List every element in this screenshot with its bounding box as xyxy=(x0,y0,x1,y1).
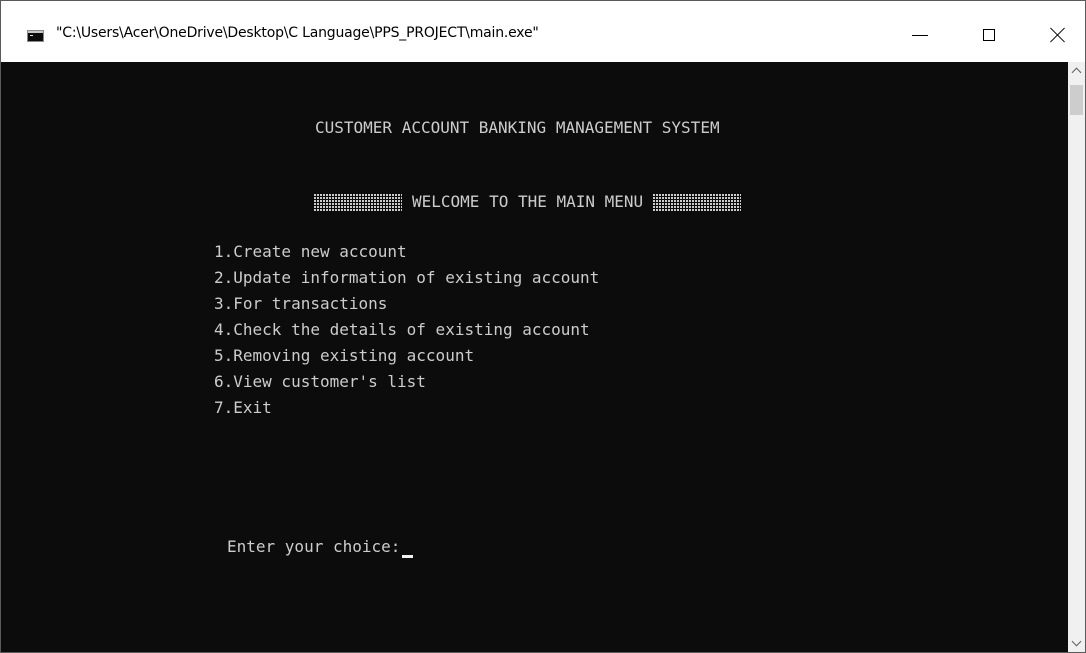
close-icon xyxy=(1050,27,1066,43)
scroll-up-button[interactable] xyxy=(1068,62,1085,79)
minimize-icon xyxy=(912,34,928,36)
console-app-icon[interactable] xyxy=(27,30,44,42)
scroll-down-button[interactable] xyxy=(1068,635,1085,652)
menu-item-transactions: 3.For transactions xyxy=(214,294,388,313)
minimize-button[interactable] xyxy=(897,15,943,55)
chevron-up-icon xyxy=(1071,67,1082,78)
menu-item-create-account: 1.Create new account xyxy=(214,242,407,261)
window-title: "C:\Users\Acer\OneDrive\Desktop\C Langua… xyxy=(56,25,539,41)
block-bar-right xyxy=(653,193,742,211)
chevron-down-icon xyxy=(1071,636,1082,647)
console-output[interactable]: CUSTOMER ACCOUNT BANKING MANAGEMENT SYST… xyxy=(1,62,1068,652)
welcome-text: WELCOME TO THE MAIN MENU xyxy=(412,192,644,211)
vertical-scrollbar[interactable] xyxy=(1068,62,1085,652)
choice-prompt-row[interactable]: Enter your choice: xyxy=(227,534,414,560)
maximize-button[interactable] xyxy=(966,15,1012,55)
main-menu-list: 1.Create new account 2.Update informatio… xyxy=(214,239,599,421)
block-bar-left xyxy=(314,193,402,211)
close-button[interactable] xyxy=(1035,15,1081,55)
menu-item-view-customers: 6.View customer's list xyxy=(214,372,426,391)
menu-item-remove-account: 5.Removing existing account xyxy=(214,346,475,365)
text-cursor[interactable] xyxy=(402,554,414,558)
menu-item-update-account: 2.Update information of existing account xyxy=(214,268,600,287)
system-heading: CUSTOMER ACCOUNT BANKING MANAGEMENT SYST… xyxy=(315,118,720,137)
menu-item-check-details: 4.Check the details of existing account xyxy=(214,320,590,339)
menu-item-exit: 7.Exit xyxy=(214,398,272,417)
welcome-banner: WELCOME TO THE MAIN MENU xyxy=(314,189,742,215)
scroll-thumb[interactable] xyxy=(1070,85,1083,115)
title-bar[interactable]: "C:\Users\Acer\OneDrive\Desktop\C Langua… xyxy=(1,1,1085,62)
console-window: "C:\Users\Acer\OneDrive\Desktop\C Langua… xyxy=(0,0,1086,653)
maximize-icon xyxy=(983,29,995,41)
choice-prompt: Enter your choice: xyxy=(227,537,401,556)
